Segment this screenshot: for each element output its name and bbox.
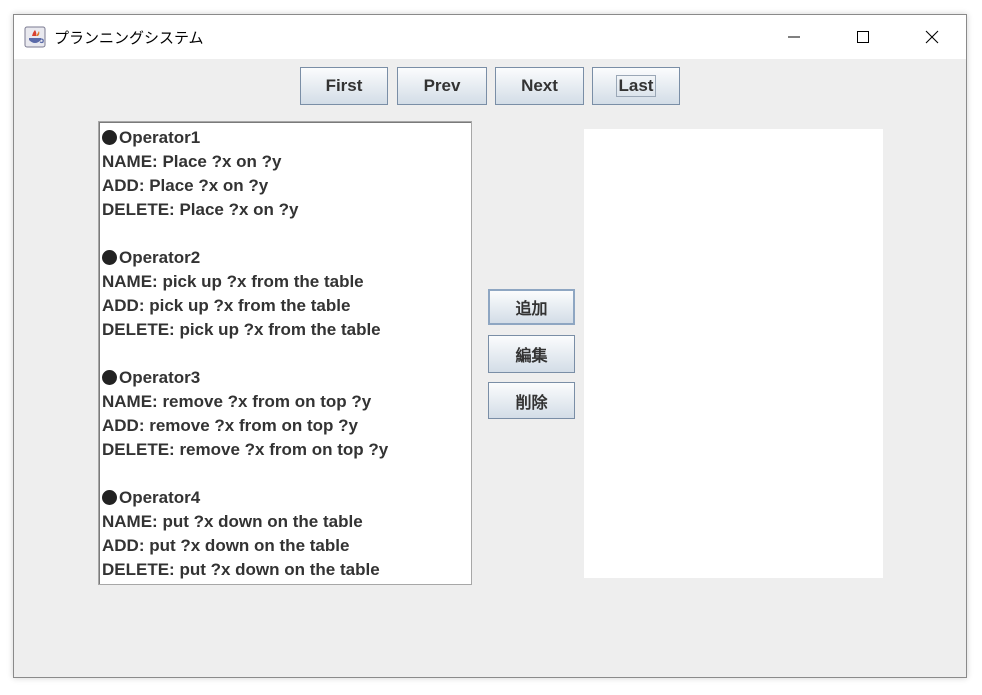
title-bar: プランニングシステム [14, 15, 966, 59]
operator-block: Operator3 NAME: remove ?x from on top ?y… [102, 366, 471, 462]
app-window: プランニングシステム First Prev Next Last Operator… [13, 14, 967, 678]
bullet-icon [102, 130, 117, 145]
operator-add-line: ADD: put ?x down on the table [102, 536, 350, 555]
delete-button[interactable]: 削除 [488, 382, 575, 419]
close-button[interactable] [909, 15, 955, 59]
maximize-icon [857, 31, 869, 43]
operator-delete-line: DELETE: put ?x down on the table [102, 560, 380, 579]
operator-delete-line: DELETE: pick up ?x from the table [102, 320, 381, 339]
java-coffee-icon[interactable] [24, 26, 46, 48]
operator-name: Operator2 [119, 248, 201, 267]
bullet-icon [102, 490, 117, 505]
operator-name: Operator1 [119, 128, 201, 147]
last-button-label: Last [615, 75, 657, 97]
operator-add-line: ADD: pick up ?x from the table [102, 296, 351, 315]
first-button[interactable]: First [300, 67, 388, 105]
operator-header: Operator4 [102, 486, 471, 510]
operator-block: Operator4 NAME: put ?x down on the table… [102, 486, 471, 582]
operator-header: Operator2 [102, 246, 471, 270]
close-icon [925, 30, 939, 44]
last-button[interactable]: Last [592, 67, 680, 105]
operator-header: Operator3 [102, 366, 471, 390]
operator-delete-line: DELETE: remove ?x from on top ?y [102, 440, 389, 459]
edit-button[interactable]: 編集 [488, 335, 575, 373]
prev-button[interactable]: Prev [397, 67, 487, 105]
display-panel [584, 129, 883, 578]
operator-name-line: NAME: remove ?x from on top ?y [102, 392, 372, 411]
window-title: プランニングシステム [54, 29, 204, 47]
operator-add-line: ADD: remove ?x from on top ?y [102, 416, 358, 435]
operator-name: Operator4 [119, 488, 201, 507]
maximize-button[interactable] [840, 15, 886, 59]
operator-block: Operator2 NAME: pick up ?x from the tabl… [102, 246, 471, 342]
operator-text-area[interactable]: Operator1 NAME: Place ?x on ?y ADD: Plac… [98, 121, 472, 585]
operator-name-line: NAME: put ?x down on the table [102, 512, 363, 531]
minimize-button[interactable] [771, 15, 817, 59]
bullet-icon [102, 370, 117, 385]
operator-header: Operator1 [102, 126, 471, 150]
add-button[interactable]: 追加 [488, 289, 575, 325]
operator-add-line: ADD: Place ?x on ?y [102, 176, 269, 195]
minimize-icon [788, 36, 800, 38]
operator-name: Operator3 [119, 368, 201, 387]
operator-name-line: NAME: pick up ?x from the table [102, 272, 364, 291]
next-button[interactable]: Next [495, 67, 584, 105]
operator-delete-line: DELETE: Place ?x on ?y [102, 200, 299, 219]
operator-name-line: NAME: Place ?x on ?y [102, 152, 282, 171]
bullet-icon [102, 250, 117, 265]
operator-block: Operator1 NAME: Place ?x on ?y ADD: Plac… [102, 126, 471, 222]
